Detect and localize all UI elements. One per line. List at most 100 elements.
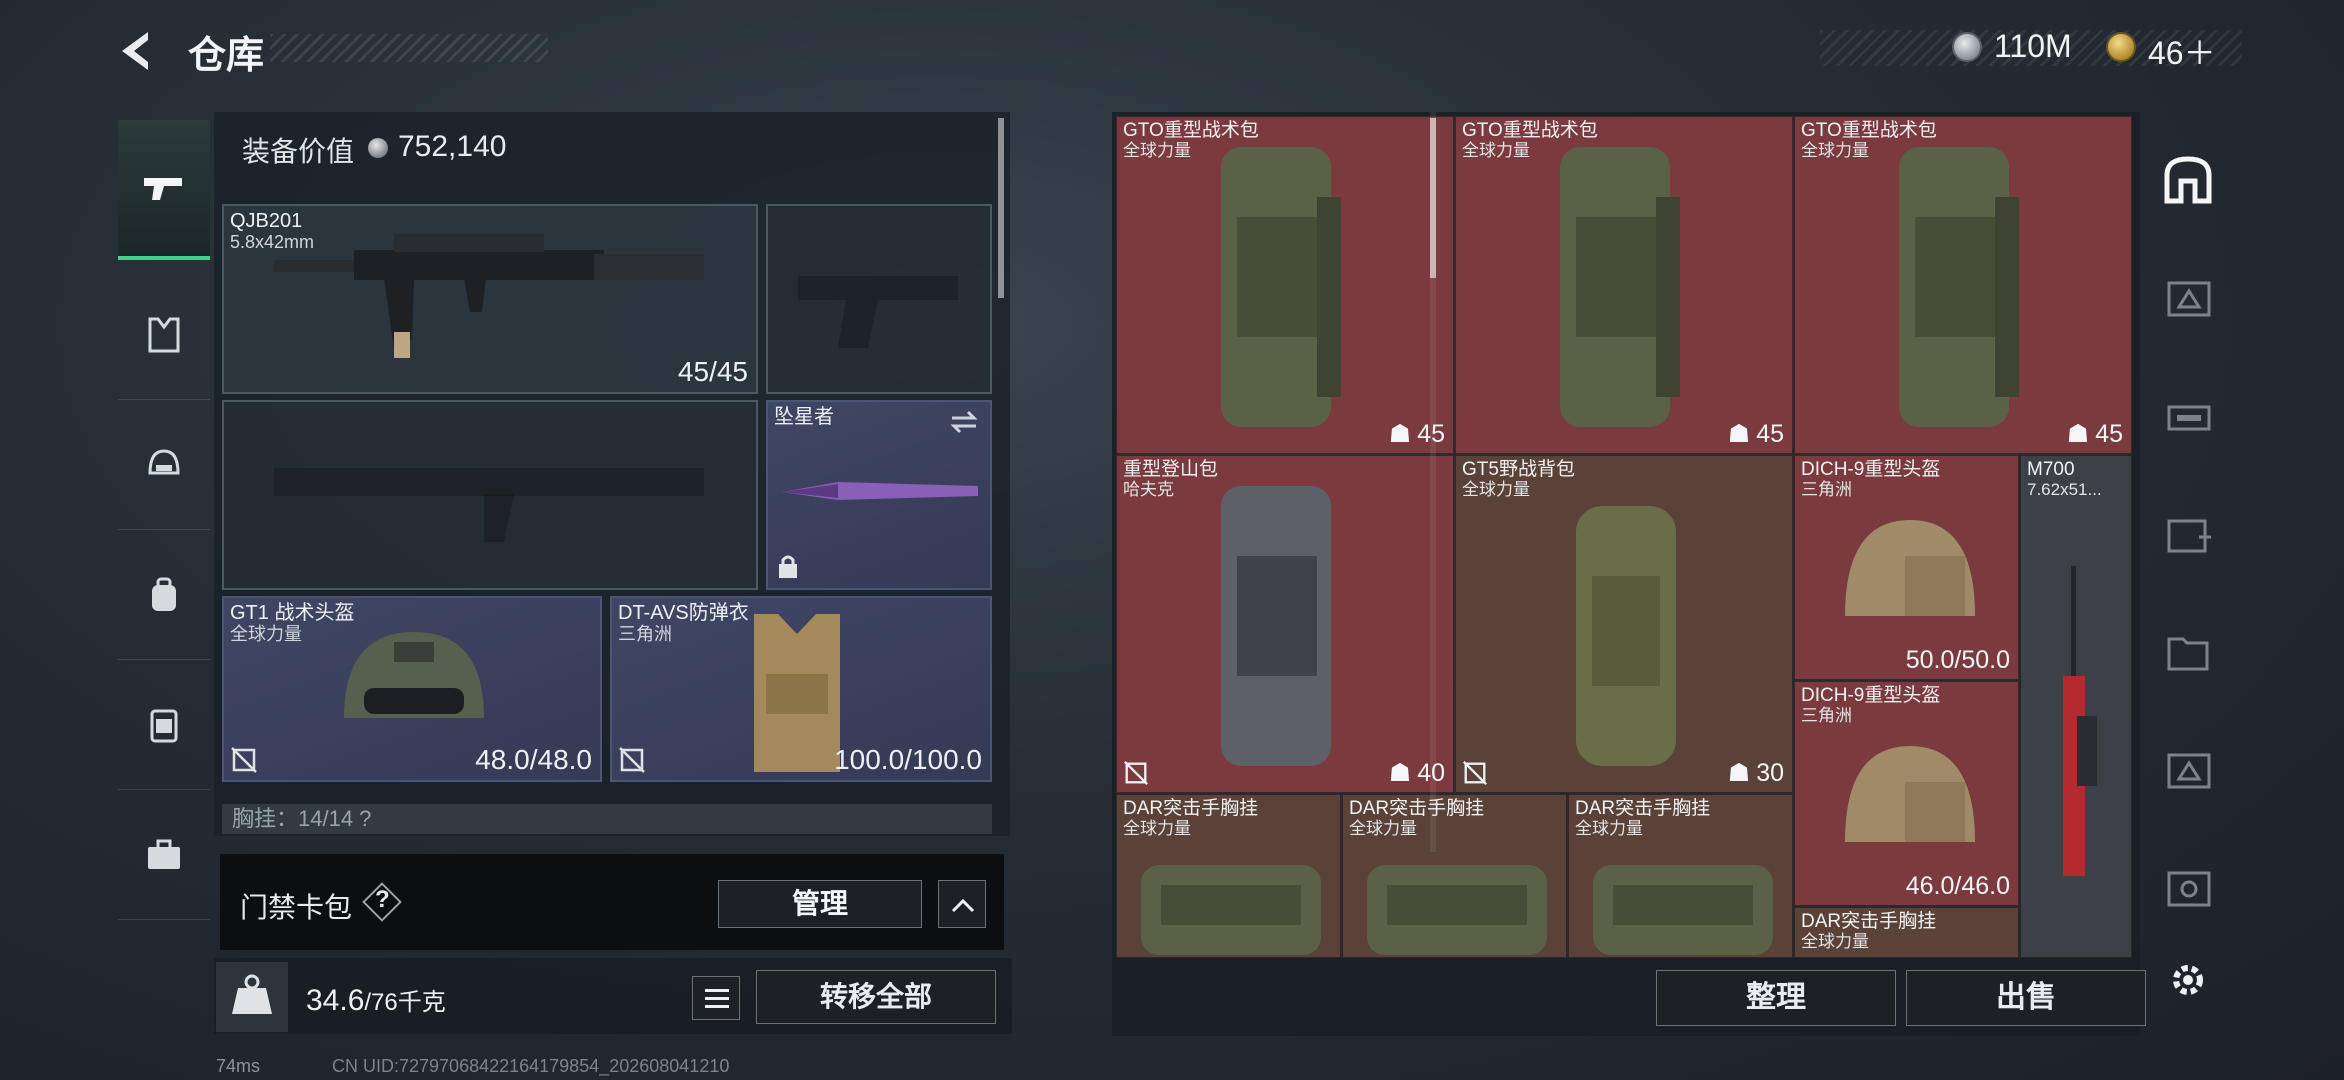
gear-icon [2173,965,2203,995]
coin-balance[interactable]: 110M [1994,28,2072,65]
rail-tab-backpack[interactable] [118,530,210,660]
pistol-icon [144,178,182,200]
stash-scrollbar-thumb[interactable] [1430,118,1436,278]
stash-item-chest-rig[interactable]: DAR突击手胸挂 全球力量 [1568,794,1793,958]
helmet-durability: 48.0/48.0 [475,744,592,775]
helmet-brand: 全球力量 [230,624,302,644]
equip-value-label: 装备价值 [242,136,355,167]
list-view-button[interactable] [692,976,740,1020]
stash-tab-2[interactable] [2152,262,2224,334]
no-trade-icon [1463,761,1487,785]
rifle-icon [274,234,704,358]
armor-durability: 100.0/100.0 [834,744,982,775]
rifle-silhouette-icon [274,468,704,542]
swap-icon[interactable] [948,410,980,434]
helmet-icon [148,448,180,474]
stash-tab-6[interactable] [2152,734,2224,806]
help-mark: ? [375,886,390,913]
armor-slot[interactable]: DT-AVS防弹衣 三角洲 100.0/100.0 [610,596,992,782]
sidearm-slot[interactable] [766,204,992,394]
no-trade-icon [1124,761,1148,785]
secondary-weapon-slot[interactable] [222,400,758,590]
rail-tab-case[interactable] [118,790,210,920]
category-rail [118,110,210,1010]
backpack-icon [1560,147,1680,427]
chest-rig-icon [1367,865,1547,955]
lock-icon [779,555,797,578]
chest-rig-row[interactable]: 胸挂：14/14 ? [222,804,992,834]
loadout-scrollbar[interactable] [998,118,1004,298]
stash-tab-5[interactable] [2152,616,2224,688]
home-icon [2164,156,2212,204]
backpack-icon [1899,147,2019,427]
armor-icon [148,317,180,352]
heavy-helmet-icon [1845,746,1975,842]
no-trade-icon [619,747,645,773]
helmet-slot[interactable]: GT1 战术头盔 全球力量 48.0/48.0 [222,596,602,782]
rail-tab-weapons[interactable] [118,120,210,260]
medical-tab-icon [2167,519,2211,553]
storage-tab-icon [2167,281,2211,317]
folder-tab-icon [2167,637,2209,671]
coin-icon [368,138,388,158]
sort-button[interactable]: 整理 [1656,970,1896,1026]
equip-value: 752,140 [398,130,507,163]
backpack-icon [1221,486,1331,766]
token-icon [2106,32,2136,62]
title-stripe [270,34,548,62]
chest-rig-icon [1141,865,1321,955]
stash-tab-home[interactable] [2152,144,2224,216]
capacity-icon: ☗ [1727,420,1751,448]
stash-item-backpack[interactable]: GT5野战背包 全球力量 ☗ 30 [1455,455,1793,793]
armor-name: DT-AVS防弹衣 [618,602,749,624]
stash-item-chest-rig[interactable]: DAR突击手胸挂 全球力量 [1116,794,1341,958]
backpack-icon [1221,147,1341,427]
stash-item-chest-rig[interactable]: DAR突击手胸挂 全球力量 [1794,907,2019,958]
knife-icon [782,482,978,500]
melee-name: 坠星者 [774,406,834,428]
stash-item-helmet[interactable]: DICH-9重型头盔 三角洲 50.0/50.0 [1794,455,2019,680]
rail-tab-chest-rig[interactable] [118,660,210,790]
token-balance[interactable]: 46＋ [2148,28,2216,74]
sell-button[interactable]: 出售 [1906,970,2146,1026]
storage-tab-icon [2167,405,2211,431]
coin-icon [1952,32,1982,62]
capacity-icon: ☗ [1727,759,1751,787]
rail-tab-armor[interactable] [118,270,210,400]
keycard-label: 门禁卡包 [240,892,353,923]
stash-item-backpack[interactable]: GTO重型战术包 全球力量 ☗ 45 [1794,116,2132,454]
armor-brand: 三角洲 [618,624,672,644]
stash-tab-3[interactable] [2152,380,2224,452]
stash-item-helmet[interactable]: DICH-9重型头盔 三角洲 46.0/46.0 [1794,681,2019,906]
collapse-button[interactable] [938,880,986,928]
weight-readout: 34.6/76千克 [306,984,446,1017]
pistol-silhouette-icon [798,276,958,348]
stash-tab-4[interactable] [2152,498,2224,570]
stash-item-chest-rig[interactable]: DAR突击手胸挂 全球力量 [1342,794,1567,958]
stash-item-backpack[interactable]: 重型登山包 哈夫克 ☗ 40 [1116,455,1454,793]
storage-tab-icon [2167,871,2211,907]
capacity-icon: ☗ [1388,759,1412,787]
sniper-rifle-icon [2063,566,2097,876]
manage-button[interactable]: 管理 [718,880,922,928]
stash-item-backpack[interactable]: GTO重型战术包 全球力量 ☗ 45 [1116,116,1454,454]
primary-weapon-slot[interactable]: QJB201 5.8x42mm 45/45 [222,204,758,394]
weight-icon [216,962,288,1032]
backpack-icon [152,577,176,611]
stash-tab-7[interactable] [2152,852,2224,924]
settings-button[interactable] [2152,944,2224,1016]
stash-item-backpack[interactable]: GTO重型战术包 全球力量 ☗ 45 [1455,116,1793,454]
melee-slot[interactable]: 坠星者 [766,400,992,590]
stash-grid: GTO重型战术包 全球力量 ☗ 45 GTO重型战术包 全球力量 ☗ 45 GTO重… [1116,116,2132,958]
case-icon [148,839,180,869]
transfer-all-button[interactable]: 转移全部 [756,970,996,1024]
uid-readout: CN UID:72797068422164179854_202608041210 [332,1056,730,1076]
tactical-helmet-icon [344,632,484,718]
back-button[interactable] [112,26,162,76]
no-trade-icon [231,747,257,773]
chest-rig-icon [1593,865,1773,955]
heavy-helmet-icon [1845,520,1975,616]
stash-item-rifle[interactable]: M700 7.62x51... [2020,455,2132,958]
capacity-icon: ☗ [1388,420,1412,448]
rail-tab-helmet[interactable] [118,400,210,530]
